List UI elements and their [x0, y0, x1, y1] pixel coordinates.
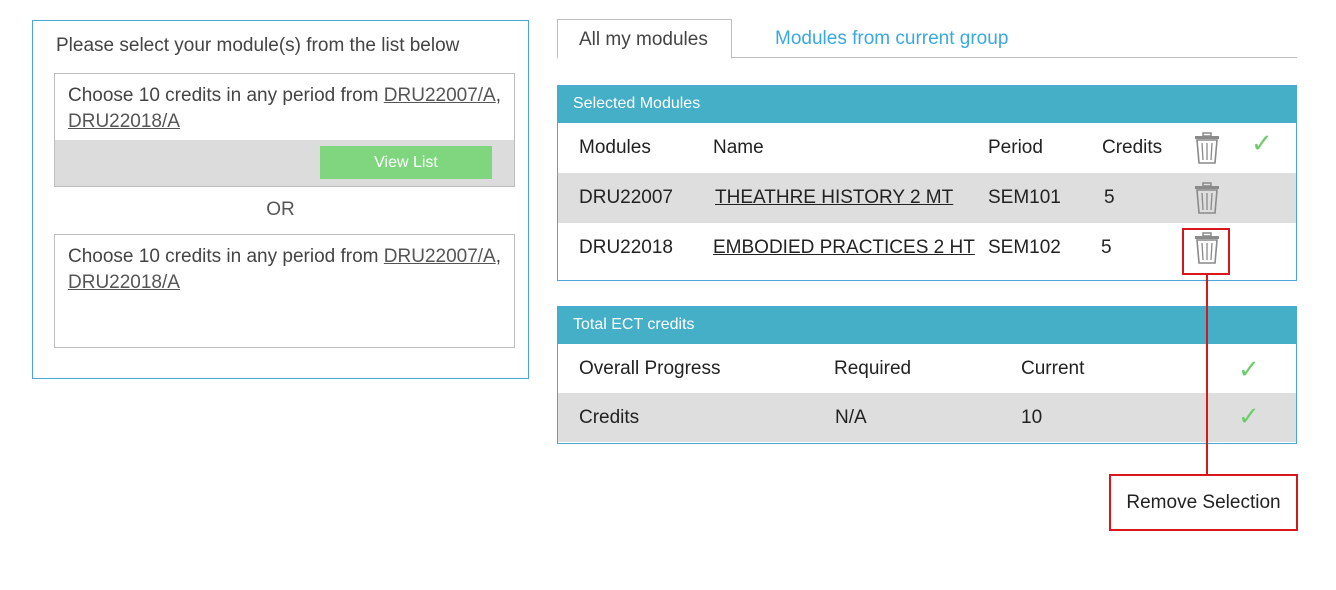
- module-name-link[interactable]: EMBODIED PRACTICES 2 HT: [713, 237, 975, 258]
- module-period: SEM101: [988, 187, 1061, 208]
- module-period: SEM102: [988, 237, 1061, 258]
- column-current: Current: [1021, 358, 1085, 379]
- credit-rule-text: Choose 10 credits in any period from DRU…: [55, 235, 514, 296]
- column-name: Name: [713, 137, 764, 158]
- module-credits: 5: [1104, 187, 1115, 208]
- remove-selection-callout: Remove Selection: [1109, 474, 1298, 531]
- rule-separator: ,: [495, 246, 502, 267]
- credits-required: N/A: [835, 407, 867, 428]
- credits-label: Credits: [579, 407, 640, 428]
- callout-highlight: [1182, 228, 1230, 275]
- check-icon: ✓: [1238, 401, 1260, 431]
- column-overall-progress: Overall Progress: [579, 358, 721, 379]
- column-required: Required: [834, 358, 912, 379]
- module-code: DRU22018: [579, 237, 673, 258]
- rule-prefix: Choose 10 credits in any period from: [68, 85, 384, 106]
- column-modules: Modules: [579, 137, 651, 158]
- credits-current: 10: [1021, 407, 1043, 428]
- credit-rule-text: Choose 10 credits in any period from DRU…: [55, 74, 514, 135]
- view-list-button[interactable]: View List: [320, 146, 492, 179]
- column-period: Period: [988, 137, 1043, 158]
- rule-footer: View List: [55, 140, 514, 186]
- total-credits-panel: Total ECT credits Overall Progress Requi…: [557, 306, 1297, 444]
- module-credits: 5: [1101, 237, 1112, 258]
- progress-header-row: Overall Progress Required Current ✓: [558, 344, 1296, 393]
- remove-all-icon[interactable]: [1194, 132, 1220, 164]
- credit-rule-box: Choose 10 credits in any period from DRU…: [54, 73, 515, 187]
- total-credits-header: Total ECT credits: [558, 307, 1296, 344]
- module-name: THEATHRE HISTORY 2 MT: [715, 173, 953, 223]
- table-row: DRU22007 THEATHRE HISTORY 2 MT SEM101 5: [558, 173, 1296, 223]
- rule-prefix: Choose 10 credits in any period from: [68, 246, 384, 267]
- check-icon: ✓: [1238, 354, 1260, 384]
- module-link-dru22018[interactable]: DRU22018/A: [68, 272, 180, 293]
- tab-all-my-modules[interactable]: All my modules: [557, 19, 732, 59]
- selected-modules-header: Selected Modules: [558, 86, 1296, 123]
- module-link-dru22007[interactable]: DRU22007/A: [384, 85, 496, 106]
- module-name: EMBODIED PRACTICES 2 HT: [713, 223, 975, 273]
- column-credits: Credits: [1102, 137, 1163, 158]
- rule-separator: ,: [495, 85, 502, 106]
- module-link-dru22007[interactable]: DRU22007/A: [384, 246, 496, 267]
- module-code: DRU22007: [579, 187, 673, 208]
- tab-current-group[interactable]: Modules from current group: [754, 19, 1029, 58]
- table-header-row: Modules Name Period Credits ✓: [558, 123, 1296, 173]
- module-selection-panel: Please select your module(s) from the li…: [32, 20, 529, 379]
- check-icon: ✓: [1251, 128, 1273, 158]
- selection-instructions: Please select your module(s) from the li…: [56, 35, 460, 56]
- module-link-dru22018[interactable]: DRU22018/A: [68, 111, 180, 132]
- trash-icon[interactable]: [1194, 182, 1220, 214]
- callout-connector: [1206, 275, 1208, 475]
- module-name-link[interactable]: THEATHRE HISTORY 2 MT: [715, 187, 953, 208]
- credits-row: Credits N/A 10 ✓: [558, 393, 1296, 442]
- or-separator: OR: [266, 199, 295, 220]
- credit-rule-box: Choose 10 credits in any period from DRU…: [54, 234, 515, 348]
- module-tabs: All my modules Modules from current grou…: [557, 19, 1297, 59]
